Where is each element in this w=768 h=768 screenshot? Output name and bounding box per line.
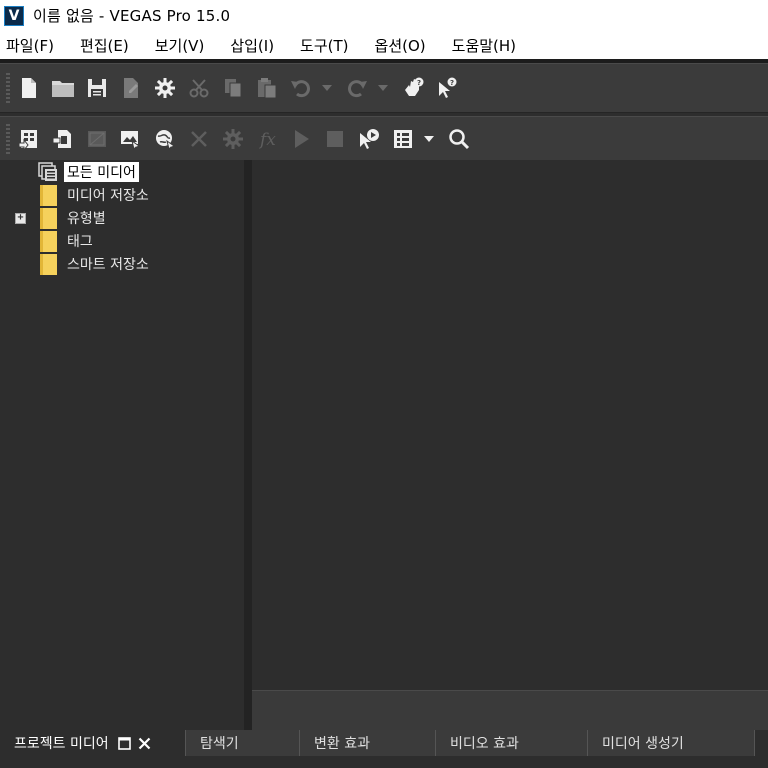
media-summary-footer (252, 690, 768, 730)
menu-tools[interactable]: 도구(T) (298, 33, 350, 58)
tab-label: 프로젝트 미디어 (14, 736, 109, 752)
tree-item-label: 유형별 (67, 211, 106, 227)
search-icon[interactable] (444, 124, 474, 154)
menu-bar: 파일(F) 편집(E) 보기(V) 삽입(I) 도구(T) 옵션(O) 도움말(… (0, 31, 768, 59)
tab-label: 비디오 효과 (450, 736, 519, 752)
tree-item-label: 태그 (67, 234, 93, 250)
copy-icon[interactable] (218, 73, 248, 103)
settings-gear-icon[interactable] (150, 73, 180, 103)
undo-icon[interactable] (286, 73, 316, 103)
tree-item-label: 모든 미디어 (64, 162, 139, 182)
menu-options[interactable]: 옵션(O) (373, 33, 428, 58)
tab-label: 탐색기 (200, 736, 239, 752)
media-list-pane[interactable] (252, 160, 768, 690)
svg-text:fx: fx (258, 130, 276, 150)
whats-this-hand-icon[interactable]: ? (398, 73, 428, 103)
title-bar: V 이름 없음 - VEGAS Pro 15.0 (0, 0, 768, 31)
window-title: 이름 없음 - VEGAS Pro 15.0 (33, 7, 231, 25)
svg-text:?: ? (450, 79, 454, 87)
maximize-icon[interactable] (117, 735, 133, 751)
project-media-window: 모든 미디어 미디어 저장소 + 유형별 태그 스마트 저장소 (0, 160, 768, 730)
folder-icon (40, 254, 57, 275)
auto-preview-icon[interactable] (354, 124, 384, 154)
tab-project-media[interactable]: 프로젝트 미디어 (0, 730, 186, 756)
main-toolbar: ? ? (0, 63, 768, 113)
folder-icon (40, 231, 57, 252)
tab-transitions[interactable]: 변환 효과 (300, 730, 436, 756)
tab-strip: 프로젝트 미디어 탐색기 변환 효과 비디오 효과 미디어 생성기 (0, 730, 755, 756)
close-icon[interactable] (137, 735, 153, 751)
toolbar-gripper[interactable] (6, 73, 10, 103)
cut-icon[interactable] (184, 73, 214, 103)
expand-plus-icon[interactable]: + (15, 212, 26, 224)
tab-video-fx[interactable]: 비디오 효과 (436, 730, 588, 756)
open-folder-icon[interactable] (48, 73, 78, 103)
tree-item-label: 스마트 저장소 (67, 257, 149, 273)
fx-icon[interactable]: fx (252, 124, 282, 154)
vegas-logo-icon: V (4, 5, 24, 26)
import-media-icon[interactable] (14, 124, 44, 154)
properties-icon[interactable] (116, 73, 146, 103)
svg-text:?: ? (417, 79, 421, 87)
help-pointer-icon[interactable]: ? (432, 73, 462, 103)
media-toolbar-gripper[interactable] (6, 123, 10, 154)
media-bin-tree: 모든 미디어 미디어 저장소 + 유형별 태그 스마트 저장소 (0, 160, 244, 730)
media-toolbar: fx (0, 116, 768, 160)
paste-icon[interactable] (252, 73, 282, 103)
redo-icon[interactable] (342, 73, 372, 103)
all-media-icon (38, 162, 58, 182)
play-icon[interactable] (286, 124, 316, 154)
menu-file[interactable]: 파일(F) (4, 33, 56, 58)
media-globe-icon[interactable] (150, 124, 180, 154)
menu-view[interactable]: 보기(V) (153, 33, 207, 58)
folder-icon (40, 208, 57, 229)
pane-splitter[interactable] (244, 160, 252, 730)
views-icon[interactable] (388, 124, 418, 154)
tab-media-generators[interactable]: 미디어 생성기 (588, 730, 755, 756)
get-media-from-web-icon[interactable] (82, 124, 112, 154)
redo-dropdown-icon[interactable] (376, 73, 390, 103)
tab-explorer[interactable]: 탐색기 (186, 730, 300, 756)
menu-help[interactable]: 도움말(H) (450, 33, 518, 58)
tab-label: 미디어 생성기 (602, 736, 684, 752)
capture-video-icon[interactable] (48, 124, 78, 154)
save-icon[interactable] (82, 73, 112, 103)
undo-dropdown-icon[interactable] (320, 73, 334, 103)
media-fx-settings-icon[interactable] (218, 124, 248, 154)
window-dock-tabs: 프로젝트 미디어 탐색기 변환 효과 비디오 효과 미디어 생성기 (0, 730, 768, 768)
tab-label: 변환 효과 (314, 736, 370, 752)
media-image-icon[interactable] (116, 124, 146, 154)
views-dropdown-icon[interactable] (422, 124, 436, 154)
menu-edit[interactable]: 편집(E) (78, 33, 131, 58)
remove-media-icon[interactable] (184, 124, 214, 154)
folder-icon (40, 185, 57, 206)
tree-item-label: 미디어 저장소 (67, 188, 149, 204)
stop-icon[interactable] (320, 124, 350, 154)
new-project-icon[interactable] (14, 73, 44, 103)
menu-insert[interactable]: 삽입(I) (228, 33, 276, 58)
